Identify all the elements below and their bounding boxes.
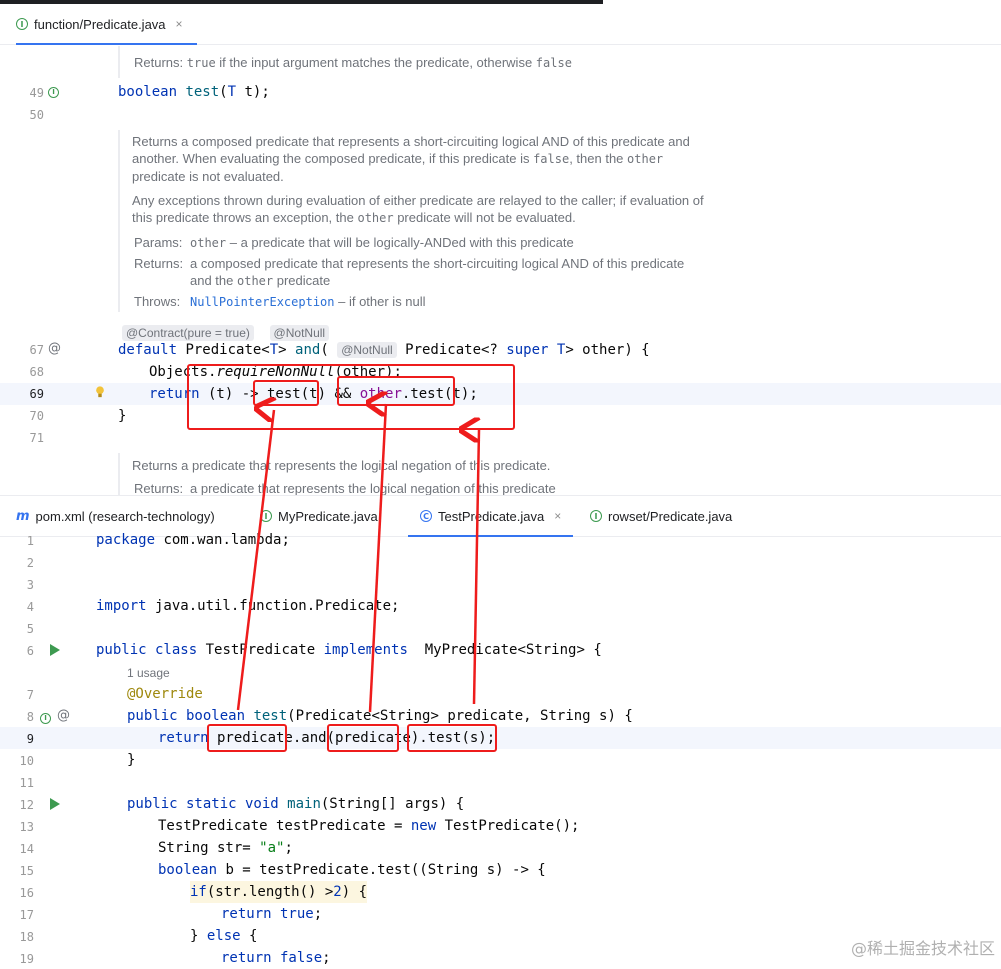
doc-negate: Returns a predicate that represents the … [132,458,551,473]
top-tab-bar: I function/Predicate.java × [0,4,1001,45]
line-number: 68 [29,365,44,379]
line-number: 15 [19,864,34,878]
run-icon[interactable] [50,798,60,810]
interface-icon: I [260,510,272,522]
implements-icon[interactable]: I [40,710,57,724]
code-line-10: } [127,752,136,768]
lightbulb-icon[interactable] [95,386,105,398]
class-icon: C [420,510,432,522]
line-number: 2 [26,556,34,570]
line-number: 6 [26,644,34,658]
tab-label: function/Predicate.java [34,16,166,32]
line-number: 71 [29,431,44,445]
tab-label: MyPredicate.java [278,508,378,524]
code-line-7: @Override [127,686,203,702]
line-number: 18 [19,930,34,944]
line-number: 9 [26,732,34,746]
code-line-6: public class TestPredicate implements My… [96,642,602,658]
code-line-70: } [118,408,127,424]
line-number: 19 [19,952,34,966]
annotation-box-test-t [253,380,319,406]
line-number: 49 [29,86,44,100]
implementations-icon[interactable]: I [48,84,65,98]
line-number: 5 [26,622,34,636]
line-number: 11 [19,776,34,790]
npe-link[interactable]: NullPointerException [190,295,335,309]
line-number: 1 [26,534,34,548]
arrow-and-to-other [370,404,386,713]
close-icon[interactable]: × [176,17,183,31]
doc-returns-label: Returns: [134,256,184,271]
doc-throws-label: Throws: [134,294,181,309]
doc-bar [118,130,120,312]
code-line-14: String str= "a"; [158,840,293,856]
line-number: 14 [19,842,34,856]
line-number: 17 [19,908,34,922]
doc-returns: Returns: true if the input argument matc… [134,55,572,70]
close-icon[interactable]: × [554,509,561,523]
line-number: 16 [19,886,34,900]
tab-label: TestPredicate.java [438,508,545,524]
doc-bar [118,453,120,495]
code-line-15: boolean b = testPredicate.test((String s… [158,862,546,878]
usage-hint[interactable]: 1 usage [127,666,170,680]
code-line-12: public static void main(String[] args) { [127,796,465,812]
line-number: 50 [29,108,44,122]
run-icon[interactable] [50,644,60,656]
doc-bar [118,46,120,78]
line-number: 10 [19,754,34,768]
interface-icon: I [590,510,602,522]
annotation-box-test-s [407,724,497,752]
line-number: 67 [29,343,44,357]
tab-label: rowset/Predicate.java [608,508,733,524]
doc-and: Returns a composed predicate that repres… [132,134,704,225]
maven-icon: m [16,508,30,524]
code-line-16: if(str.length() >2) { [190,881,368,903]
code-line-4: import java.util.function.Predicate; [96,598,400,614]
tab-rowset-predicate[interactable]: I rowset/Predicate.java [590,496,732,536]
watermark: @稀土掘金技术社区 [850,939,995,958]
at-override-icon[interactable]: @ [57,708,70,723]
code-line-19: return false; [221,950,331,966]
at-override-icon[interactable]: @ [48,341,61,356]
doc-returns-text: a composed predicate that represents the… [190,256,685,288]
doc-params-label: Params: [134,235,183,250]
doc-throws-text: NullPointerException – if other is null [190,294,426,309]
code-line-49: boolean test(T t); [118,84,270,100]
code-line-13: TestPredicate testPredicate = new TestPr… [158,818,580,834]
arrow-predicate-to-test [236,410,274,711]
tab-function-predicate[interactable]: I function/Predicate.java × [16,4,197,45]
tab-label: pom.xml (research-technology) [35,508,215,524]
current-line-highlight [0,727,1001,749]
line-number: 13 [19,820,34,834]
interface-icon: I [16,18,28,30]
code-line-18: } else { [190,928,258,944]
line-number: 4 [26,600,34,614]
code-line-67: default Predicate<T> and( @NotNull Predi… [118,342,650,358]
line-number: 8 [26,710,34,724]
line-number: 69 [29,387,44,401]
line-number: 7 [26,688,34,702]
code-line-17: return true; [221,906,323,922]
annotation-box-and-predicate [327,724,399,752]
line-number: 12 [19,798,34,812]
line-number: 3 [26,578,34,592]
tab-testpredicate[interactable]: C TestPredicate.java × [408,496,574,537]
annotation-box-other-test [337,376,455,406]
annotation-box-predicate [207,724,287,752]
doc-params-text: other – a predicate that will be logical… [190,235,574,250]
code-line-1: package com.wan.lambda; [96,532,290,548]
line-number: 70 [29,409,44,423]
